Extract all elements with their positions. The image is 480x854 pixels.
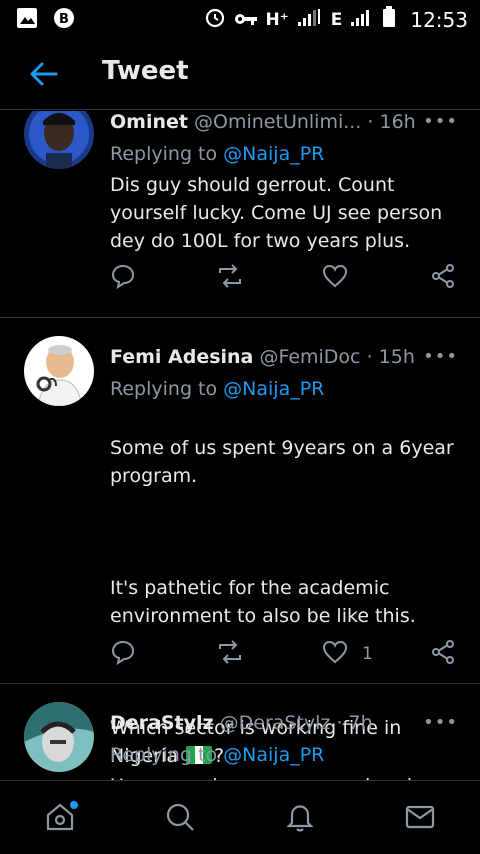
alarm-icon (204, 6, 226, 33)
tweet-actions: 1 (110, 640, 460, 668)
vpn-key-icon (234, 8, 258, 32)
status-bar-right: H⁺ E 12:53 (204, 6, 468, 33)
avatar[interactable] (24, 111, 94, 169)
nav-search[interactable] (160, 799, 200, 839)
tweet[interactable]: DeraStylz @DeraStylz · 7h ••• Replying t… (0, 684, 480, 780)
svg-text:B: B (59, 12, 69, 27)
new-content-dot (70, 801, 78, 809)
gallery-notification-icon (16, 7, 38, 33)
share-button[interactable] (430, 264, 456, 292)
like-button[interactable]: 1 (322, 640, 373, 668)
replying-to-label: Replying to (110, 744, 218, 766)
like-count: 1 (362, 644, 373, 664)
share-button[interactable] (430, 640, 456, 668)
status-bar-left: B (16, 6, 76, 34)
messages-icon (404, 801, 436, 837)
tweet-text: Dis guy should gerrout. Count yourself l… (110, 174, 443, 252)
handle[interactable]: @DeraStylz (220, 712, 331, 734)
retweet-icon (216, 639, 244, 669)
handle[interactable]: @FemiDoc (259, 346, 360, 368)
more-options-icon[interactable]: ••• (423, 346, 458, 367)
share-icon (430, 263, 456, 293)
reply-button[interactable] (110, 640, 136, 668)
back-arrow-icon[interactable] (28, 60, 60, 88)
more-options-icon[interactable]: ••• (423, 712, 458, 733)
tweet-header: Femi Adesina @FemiDoc · 15h (110, 346, 460, 368)
clock: 12:53 (410, 7, 468, 32)
mention-link[interactable]: @Naija_PR (223, 378, 324, 400)
whatsapp-business-icon: B (52, 6, 76, 34)
handle[interactable]: @OminetUnlimi... (194, 111, 361, 133)
battery-icon (382, 6, 396, 33)
display-name[interactable]: DeraStylz (110, 712, 214, 734)
timestamp: · 15h (366, 346, 415, 368)
tweet-header: DeraStylz @DeraStylz · 7h (110, 712, 460, 734)
display-name[interactable]: Ominet (110, 111, 188, 133)
tweet-actions (110, 264, 460, 292)
like-icon (322, 263, 348, 293)
retweet-button[interactable] (216, 640, 244, 668)
page-title: Tweet (102, 56, 189, 86)
avatar[interactable] (24, 336, 94, 406)
search-icon (164, 801, 196, 837)
nav-home[interactable] (40, 799, 80, 839)
nav-notifications[interactable] (280, 799, 320, 839)
status-bar: B H⁺ E 12:53 (0, 0, 480, 38)
like-button[interactable] (322, 264, 362, 292)
replying-to: Replying to @Naija_PR (110, 744, 324, 766)
display-name[interactable]: Femi Adesina (110, 346, 253, 368)
tweet[interactable]: Ominet @OminetUnlimi... · 16h ••• Replyi… (0, 111, 480, 318)
top-app-bar: Tweet (0, 38, 480, 110)
tweet-paragraph: Some of us spent 9years on a 6year progr… (110, 437, 454, 487)
reply-icon (110, 263, 136, 293)
tweet-header: Ominet @OminetUnlimi... · 16h (110, 111, 460, 133)
reply-button[interactable] (110, 264, 136, 292)
notifications-icon (284, 801, 316, 837)
bottom-navigation (0, 780, 480, 854)
tweet[interactable]: Femi Adesina @FemiDoc · 15h ••• Replying… (0, 318, 480, 767)
mention-link[interactable]: @Naija_PR (223, 143, 324, 165)
avatar[interactable] (24, 702, 94, 772)
retweet-button[interactable] (216, 264, 244, 292)
more-options-icon[interactable]: ••• (423, 111, 458, 132)
tweet-paragraph: It's pathetic for the academic environme… (110, 577, 416, 627)
tweet-text: U no even happy me wey don dey (110, 772, 456, 780)
retweet-icon (216, 263, 244, 293)
reply-icon (110, 639, 136, 669)
mention-link[interactable]: @Naija_PR (223, 744, 324, 766)
network-type-label: H⁺ (265, 9, 289, 30)
signal-strength-icon-2 (350, 7, 374, 32)
timestamp: · 16h (367, 111, 416, 133)
reply-timeline: Ominet @OminetUnlimi... · 16h ••• Replyi… (0, 111, 480, 780)
replying-to: Replying to @Naija_PR (110, 378, 324, 400)
nav-messages[interactable] (400, 799, 440, 839)
replying-to: Replying to @Naija_PR (110, 143, 324, 165)
network-type-label-2: E (330, 9, 343, 30)
signal-strength-icon (297, 7, 323, 32)
timestamp: · 7h (336, 712, 373, 734)
like-icon (322, 639, 348, 669)
replying-to-label: Replying to (110, 143, 218, 165)
share-icon (430, 639, 456, 669)
replying-to-label: Replying to (110, 378, 218, 400)
